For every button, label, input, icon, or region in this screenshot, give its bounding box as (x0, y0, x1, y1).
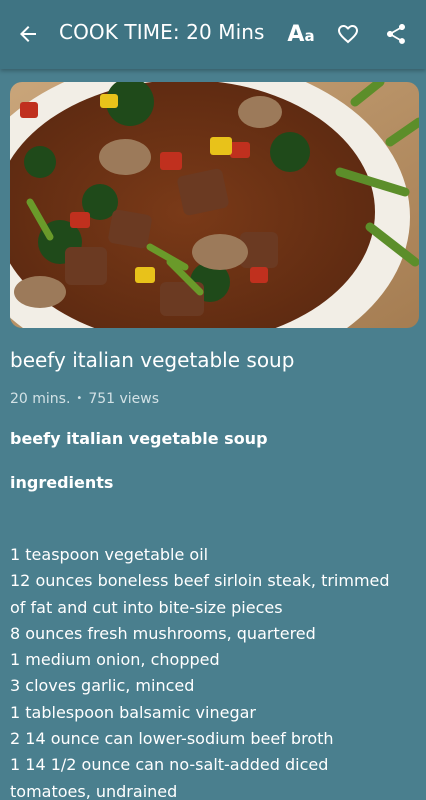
font-size-icon: Aa (287, 21, 315, 47)
share-icon (387, 24, 405, 44)
back-button[interactable] (14, 20, 42, 48)
ingredient-line: tomatoes, undrained (10, 781, 178, 800)
share-button[interactable] (380, 18, 412, 50)
cook-time-title: COOK TIME: 20 Mins (59, 20, 265, 44)
cook-time-text: 20 mins. (10, 391, 71, 407)
ingredient-line: of fat and cut into bite-size pieces (10, 597, 283, 617)
ingredient-line: 2 14 ounce can lower-sodium beef broth (10, 729, 334, 749)
ingredient-line: 1 14 1/2 ounce can no-salt-added diced (10, 755, 329, 775)
views-count: 751 views (88, 391, 160, 407)
recipe-photo (10, 82, 419, 328)
recipe-meta: 20 mins. • 751 views (10, 389, 159, 409)
app-bar: COOK TIME: 20 Mins Aa (0, 0, 426, 69)
ingredient-line: 1 teaspoon vegetable oil (10, 545, 209, 564)
back-arrow-icon (20, 26, 36, 42)
ingredient-line: 8 ounces fresh mushrooms, quartered (10, 623, 316, 643)
ingredient-line: 1 medium onion, chopped (10, 650, 220, 670)
ingredient-line: 12 ounces boneless beef sirloin steak, t… (10, 571, 390, 591)
heart-outline-icon (338, 25, 358, 44)
recipe-subtitle: beefy italian vegetable soup (10, 429, 268, 448)
recipe-title: beefy italian vegetable soup (10, 348, 295, 372)
ingredient-line: 3 cloves garlic, minced (10, 676, 195, 696)
ingredients-heading: ingredients (10, 473, 114, 492)
ingredient-line: 1 tablespoon balsamic vinegar (10, 702, 256, 722)
separator-dot: • (76, 393, 83, 404)
font-size-button[interactable]: Aa (285, 18, 317, 50)
ingredients-list: 1 teaspoon vegetable oil 12 ounces bonel… (10, 542, 422, 800)
favorite-button[interactable] (332, 18, 364, 50)
